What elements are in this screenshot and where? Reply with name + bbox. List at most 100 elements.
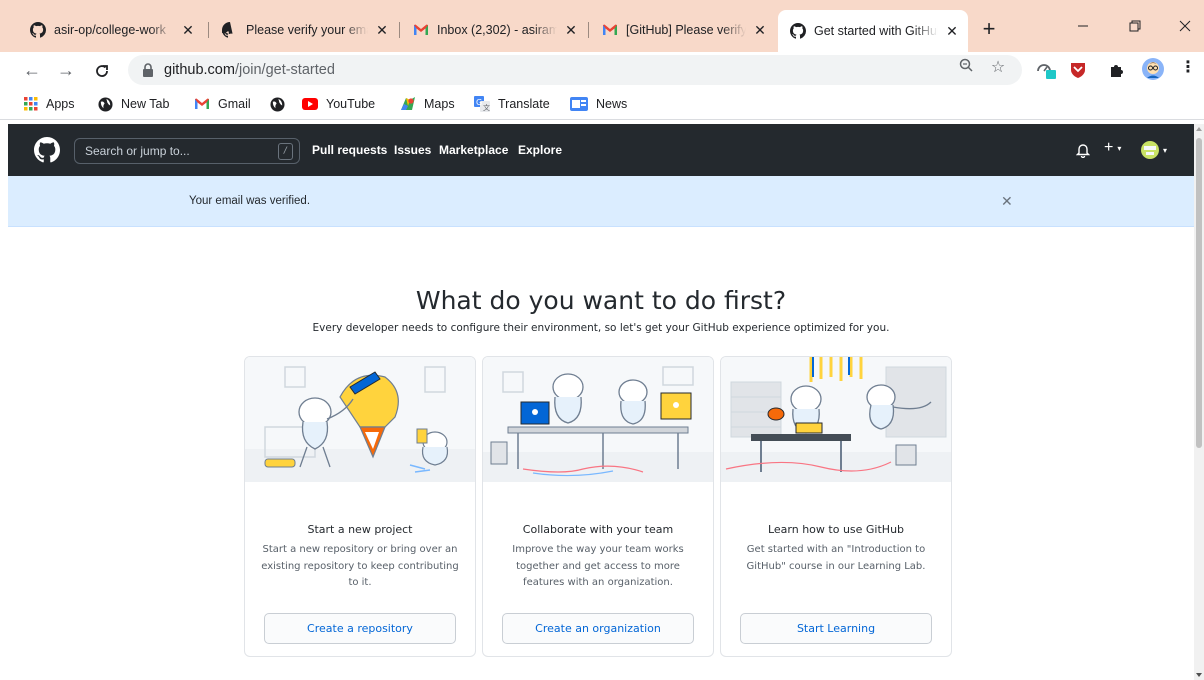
puzzle-extensions-icon[interactable] [1108, 61, 1128, 81]
tab-college-work[interactable]: asir-op/college-work ✕ [18, 16, 204, 44]
bookmark-gmail[interactable]: Gmail [194, 95, 251, 113]
url-text: github.com/join/get-started [164, 62, 335, 78]
page-viewport: Search or jump to... / Pull requests Iss… [8, 124, 1194, 680]
search-placeholder: Search or jump to... [85, 144, 190, 158]
close-icon [1179, 20, 1191, 32]
translate-icon: G文 [474, 96, 490, 112]
bookmark-label: Maps [424, 97, 455, 111]
card-description: Improve the way your team works together… [512, 544, 684, 588]
nav-issues[interactable]: Issues [394, 143, 431, 157]
close-icon[interactable]: ✕ [180, 22, 196, 38]
scrollbar-thumb[interactable] [1196, 138, 1202, 448]
learning-lab-illustration [721, 357, 951, 482]
user-menu-dropdown[interactable]: ▾ [1140, 140, 1167, 160]
create-organization-button[interactable]: Create an organization [502, 613, 694, 644]
bookmark-apps[interactable]: Apps [24, 95, 75, 113]
card-start-project: Start a new project Start a new reposito… [244, 356, 476, 657]
gmail-icon [195, 98, 209, 109]
bookmark-label: Apps [46, 97, 75, 111]
bookmarks-bar: Apps New Tab Gmail YouTube Maps G文 Trans… [0, 88, 1204, 120]
card-collaborate-team: Collaborate with your team Improve the w… [482, 356, 714, 657]
news-icon [570, 97, 588, 111]
url-host: github.com [164, 62, 235, 78]
speed-extension-icon[interactable] [1036, 61, 1056, 81]
browser-menu-button[interactable]: ⋮ [1178, 58, 1198, 78]
github-icon [30, 22, 46, 38]
profile-avatar[interactable] [1142, 58, 1164, 80]
arrow-left-icon: ← [23, 60, 41, 80]
card-description: Get started with an "Introduction to Git… [746, 544, 926, 572]
start-learning-button[interactable]: Start Learning [740, 613, 932, 644]
bookmark-youtube[interactable]: YouTube [302, 95, 375, 113]
tab-gmail-inbox[interactable]: Inbox (2,302) - asiram ✕ [401, 16, 587, 44]
nav-pull-requests[interactable]: Pull requests [312, 143, 387, 157]
zoom-button[interactable] [956, 58, 976, 78]
nav-explore[interactable]: Explore [518, 143, 562, 157]
tab-title: Please verify your email [246, 23, 368, 37]
tab-github-verify-mail[interactable]: [GitHub] Please verify ✕ [590, 16, 776, 44]
close-icon[interactable]: ✕ [752, 22, 768, 38]
card-title: Start a new project [307, 523, 413, 536]
page-title: What do you want to do first? [415, 286, 787, 315]
bookmark-label: Translate [498, 97, 550, 111]
reload-button[interactable] [90, 58, 114, 82]
page-scrollbar[interactable] [1194, 124, 1204, 680]
forward-button[interactable]: → [54, 58, 78, 82]
zoom-icon [959, 58, 973, 72]
svg-text:文: 文 [483, 103, 490, 112]
notifications-button[interactable] [1075, 142, 1091, 161]
bookmark-news[interactable]: News [570, 95, 627, 113]
bookmark-translate[interactable]: G文 Translate [474, 95, 550, 113]
card-learn-github: Learn how to use GitHub Get started with… [720, 356, 952, 657]
shield-extension-icon[interactable] [1070, 61, 1090, 81]
close-icon[interactable]: ✕ [563, 22, 579, 38]
tab-title: asir-op/college-work [54, 23, 166, 37]
reload-icon [96, 65, 108, 78]
caret-down-icon: ▾ [1163, 145, 1168, 155]
scroll-down-arrow-icon[interactable] [1196, 673, 1202, 677]
create-repository-button[interactable]: Create a repository [264, 613, 456, 644]
minimize-icon [1078, 25, 1088, 27]
nav-marketplace[interactable]: Marketplace [439, 143, 508, 157]
youtube-icon [302, 98, 318, 110]
restore-button[interactable] [1120, 14, 1150, 38]
close-window-button[interactable] [1170, 14, 1200, 38]
apps-grid-icon [24, 97, 38, 111]
card-title: Learn how to use GitHub [767, 523, 905, 536]
globe-icon [98, 96, 113, 112]
back-button[interactable]: ← [20, 58, 44, 82]
github-icon [790, 23, 806, 39]
bookmark-maps[interactable]: Maps [400, 95, 455, 113]
bookmark-unnamed[interactable] [270, 95, 293, 113]
github-logo-icon[interactable] [34, 137, 60, 163]
bookmark-new-tab[interactable]: New Tab [98, 95, 169, 113]
scroll-up-arrow-icon[interactable] [1196, 127, 1202, 131]
tab-get-started[interactable]: Get started with GitHub ✕ [778, 10, 968, 52]
create-new-dropdown[interactable]: + ▾ [1104, 139, 1121, 157]
bookmark-star-button[interactable]: ☆ [988, 58, 1008, 78]
bookmark-label: YouTube [326, 97, 376, 111]
restore-icon [1129, 20, 1141, 32]
new-project-illustration [245, 357, 475, 482]
maps-icon [401, 97, 415, 110]
keyboard-shortcut-badge: / [278, 142, 293, 160]
bookmark-label: News [596, 97, 628, 111]
close-icon[interactable]: ✕ [944, 23, 960, 39]
close-icon[interactable]: ✕ [374, 22, 390, 38]
collaborate-illustration [483, 357, 713, 482]
minimize-button[interactable] [1068, 14, 1098, 38]
bookmark-label: Gmail [218, 97, 251, 111]
github-icon [222, 22, 233, 38]
svg-text:G: G [476, 98, 482, 107]
lock-icon [143, 63, 153, 77]
address-bar[interactable]: github.com/join/get-started [128, 55, 1022, 85]
close-icon[interactable]: ✕ [1001, 193, 1013, 210]
flash-message: Your email was verified. [189, 195, 311, 207]
search-input[interactable]: Search or jump to... / [74, 138, 300, 164]
arrow-right-icon: → [57, 60, 75, 80]
tab-separator [399, 22, 400, 38]
card-title: Collaborate with your team [522, 523, 674, 536]
new-tab-button[interactable]: + [977, 18, 1001, 42]
tab-verify-email[interactable]: Please verify your email ✕ [210, 16, 398, 44]
tab-title: Get started with GitHub [814, 24, 938, 38]
